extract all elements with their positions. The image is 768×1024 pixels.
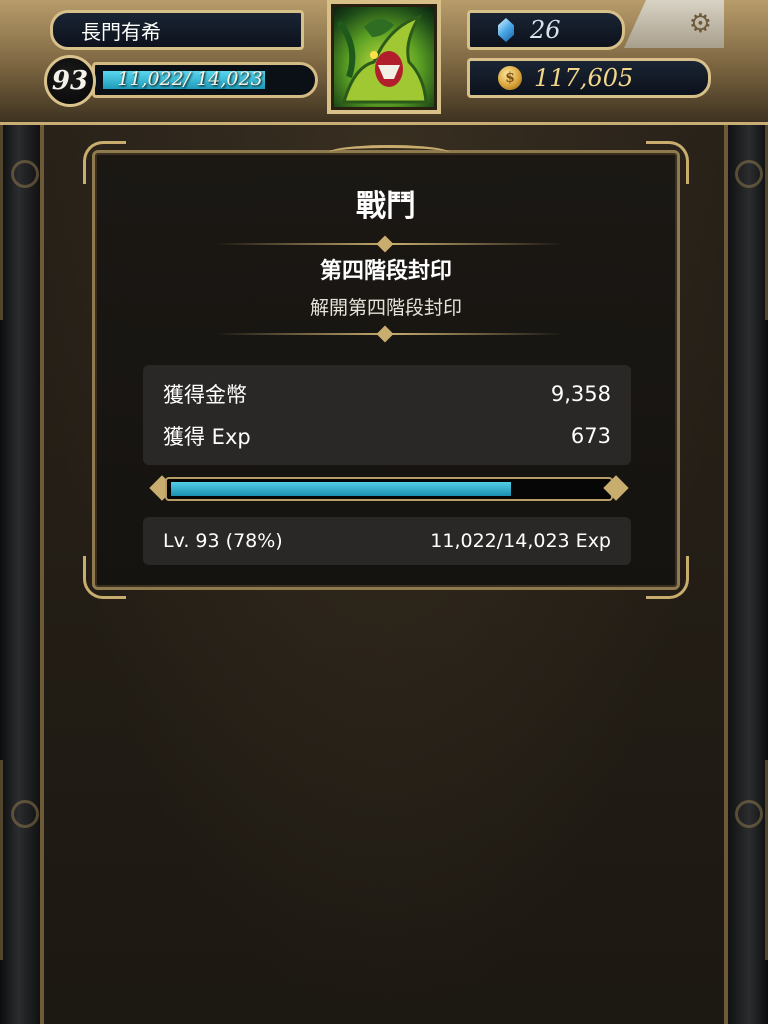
ornamental-divider <box>215 243 563 245</box>
card-corner-ornament <box>83 556 126 599</box>
stage-subtitle: 解開第四階段封印 <box>309 297 462 319</box>
battle-result-card: 戰鬥 第四階段封印 解開第四階段封印 獲得金幣 9,358 獲得 Exp 673… <box>83 141 689 599</box>
ornamental-divider <box>215 333 563 335</box>
reward-row-exp: 獲得 Exp 673 <box>163 421 611 451</box>
reward-label: 獲得 Exp <box>163 425 251 449</box>
right-frame-pillar <box>722 0 768 1024</box>
card-corner-ornament <box>646 141 689 184</box>
gem-count: 26 <box>530 16 561 44</box>
stage-name: 第四階段封印 <box>319 259 452 284</box>
player-exp-bar: 11,022/ 14,023 <box>92 62 318 98</box>
top-status-bar: 長門有希 93 11,022/ 14,023 26 $ 117,605 ⚙ <box>0 0 768 125</box>
portrait-art-svg <box>336 14 428 104</box>
exp-total: 11,022/14,023 Exp <box>430 530 611 552</box>
gear-icon: ⚙ <box>688 9 712 39</box>
player-name: 長門有希 <box>81 19 161 44</box>
card-corner-ornament <box>646 556 689 599</box>
player-level-badge: 93 <box>44 55 96 107</box>
player-name-plate[interactable]: 長門有希 <box>50 10 304 50</box>
gold-coin-icon: $ <box>498 66 522 90</box>
reward-label: 獲得金幣 <box>163 383 247 407</box>
reward-value: 9,358 <box>550 382 611 406</box>
player-exp-text: 11,022/ 14,023 <box>117 68 263 90</box>
leader-portrait-frame[interactable] <box>327 0 441 114</box>
gold-counter[interactable]: $ 117,605 <box>467 58 711 98</box>
level-progress-bar <box>149 475 629 505</box>
left-ornament-bottom <box>0 760 44 960</box>
rewards-box: 獲得金幣 9,358 獲得 Exp 673 <box>143 365 631 465</box>
leader-card-portrait <box>334 7 434 107</box>
reward-row-gold: 獲得金幣 9,358 <box>163 379 611 409</box>
left-ornament-top <box>0 120 44 320</box>
level-label: Lv. 93 (78%) <box>163 530 283 552</box>
card-corner-ornament <box>83 141 126 184</box>
progress-track <box>165 477 613 501</box>
progress-fill <box>171 482 511 496</box>
gem-counter[interactable]: 26 <box>467 10 625 50</box>
card-top-crest <box>329 145 449 160</box>
right-ornament-bottom <box>724 760 768 960</box>
level-summary-box: Lv. 93 (78%) 11,022/14,023 Exp <box>143 517 631 565</box>
player-level: 93 <box>51 66 89 96</box>
gold-count: 117,605 <box>534 64 634 92</box>
reward-value: 673 <box>570 424 611 448</box>
right-ornament-top <box>724 120 768 320</box>
crystal-gem-icon <box>498 18 514 42</box>
settings-button[interactable]: ⚙ <box>624 0 724 48</box>
result-title: 戰鬥 <box>356 189 416 224</box>
